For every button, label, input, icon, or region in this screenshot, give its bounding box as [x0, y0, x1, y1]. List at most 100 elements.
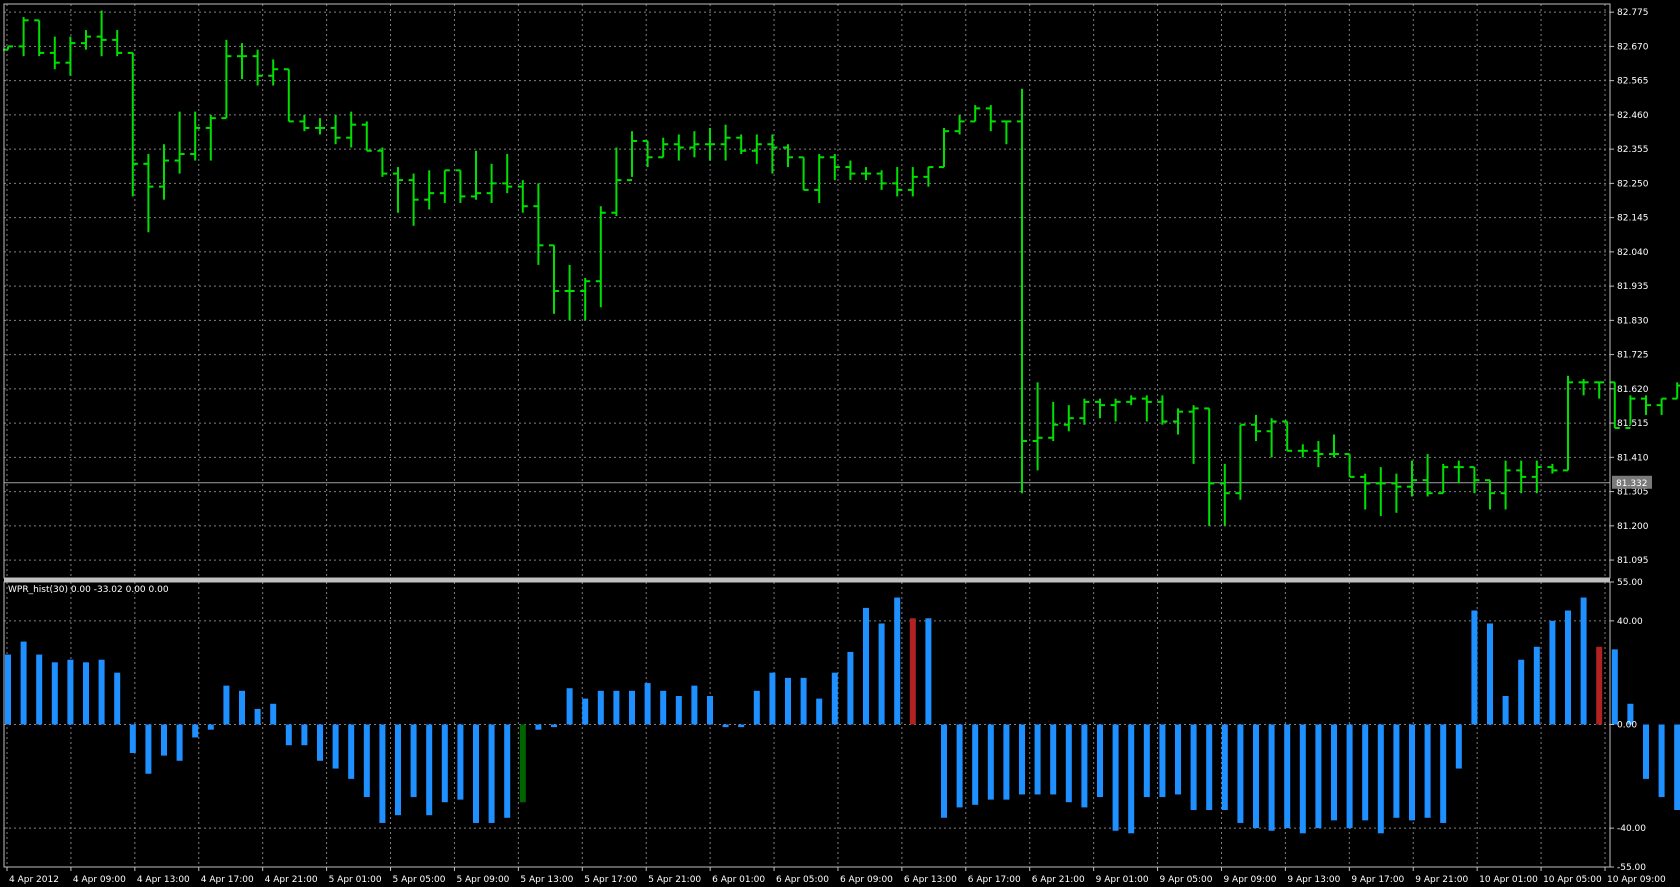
price-bar — [1001, 120, 1012, 145]
price-readout: 81.332 — [1616, 479, 1648, 489]
price-tick-label: 81.935 — [1617, 282, 1649, 292]
hist-bar — [551, 724, 557, 728]
hist-bar — [426, 724, 433, 816]
hist-bar — [691, 685, 698, 725]
price-bar — [424, 170, 435, 210]
price-bar — [533, 183, 544, 265]
price-bar — [767, 134, 778, 174]
x-tick-label: 4 Apr 17:00 — [201, 875, 254, 885]
price-bar — [1344, 453, 1355, 478]
hist-bar — [722, 724, 729, 728]
hist-bar — [317, 724, 323, 761]
hist-bar — [488, 724, 495, 823]
hist-bar — [98, 659, 105, 725]
price-bar — [268, 59, 279, 86]
hist-bar — [660, 690, 667, 725]
x-tick-label: 6 Apr 13:00 — [904, 875, 957, 885]
x-tick-label: 10 Apr 01:00 — [1479, 875, 1538, 885]
price-bar — [829, 154, 840, 181]
hist-bar — [192, 724, 199, 738]
price-bar — [549, 244, 559, 314]
hist-bar — [1050, 724, 1057, 795]
hist-bar — [441, 724, 448, 803]
price-bar — [642, 139, 653, 168]
x-tick-label: 6 Apr 09:00 — [840, 875, 893, 885]
hist-bar — [207, 724, 214, 730]
price-bar — [1391, 473, 1402, 513]
price-bar — [1188, 405, 1199, 464]
price-bar — [1329, 434, 1339, 458]
price-bar — [798, 156, 809, 191]
hist-bar — [675, 696, 682, 725]
hist-bar — [1284, 724, 1291, 829]
x-tick-label: 5 Apr 05:00 — [393, 875, 446, 885]
price-bar — [1173, 408, 1183, 435]
hist-bar — [738, 724, 745, 728]
price-bar — [1422, 454, 1433, 497]
price-bar — [1048, 401, 1059, 442]
price-bar — [1282, 420, 1293, 452]
price-bar — [283, 68, 294, 123]
price-bar — [439, 169, 450, 203]
hist-bar — [285, 724, 292, 746]
hist-bar — [395, 724, 401, 816]
price-bar — [627, 131, 637, 182]
x-tick-label: 10 Apr 09:00 — [1607, 875, 1666, 885]
price-bar — [1110, 398, 1121, 422]
x-tick-label: 9 Apr 21:00 — [1415, 875, 1468, 885]
price-bar — [907, 167, 918, 197]
price-tick-label: 81.095 — [1617, 556, 1649, 566]
price-bar — [892, 167, 903, 197]
hist-bar — [535, 724, 542, 730]
hist-bar — [925, 618, 932, 725]
hist-bar — [5, 654, 11, 725]
price-bar — [1360, 473, 1371, 510]
hist-bar — [847, 651, 854, 725]
hist-bar — [1611, 649, 1618, 725]
price-tick-label: 82.355 — [1617, 145, 1649, 155]
hist-bar — [1175, 724, 1181, 795]
price-tick-label: 81.200 — [1617, 522, 1649, 532]
price-bar — [237, 43, 247, 80]
hist-bar — [1206, 724, 1213, 810]
price-bar — [861, 167, 871, 181]
hist-bar — [67, 659, 74, 725]
hist-bar — [1455, 724, 1462, 769]
hist-bar — [1471, 610, 1478, 725]
price-bar — [455, 169, 466, 203]
price-bar — [1313, 441, 1324, 468]
hist-bar — [176, 724, 183, 761]
price-bar — [720, 124, 731, 161]
x-tick-label: 5 Apr 13:00 — [520, 875, 573, 885]
trading-chart[interactable]: 4 Apr 2012 4 Apr 09:00 4 Apr 13:00 4 Apr 17… — [0, 0, 1680, 887]
price-bar — [471, 150, 481, 200]
price-bar — [330, 114, 341, 145]
price-bar — [1157, 395, 1168, 425]
price-tick-label: 82.670 — [1617, 42, 1649, 52]
price-bar — [127, 51, 138, 197]
price-bar — [814, 154, 825, 203]
x-tick-label: 5 Apr 09:00 — [456, 875, 509, 885]
price-bars — [3, 10, 1680, 526]
hist-bar — [519, 724, 526, 803]
price-bar — [1235, 423, 1246, 500]
price-bar — [221, 39, 232, 120]
hist-bar — [972, 724, 979, 805]
hist-bar — [1299, 724, 1306, 834]
hist-bar — [816, 698, 823, 725]
price-bar — [580, 277, 591, 321]
price-bar — [112, 30, 123, 57]
price-bar — [205, 114, 216, 161]
price-bar — [1204, 407, 1215, 526]
x-tick-label: 4 Apr 09:00 — [73, 875, 126, 885]
hist-bar — [1331, 724, 1337, 821]
hist-bar — [894, 597, 901, 725]
x-tick-label: 4 Apr 13:00 — [137, 875, 190, 885]
price-bar — [1547, 463, 1558, 474]
price-tick-label: 82.460 — [1617, 111, 1649, 121]
hist-bar — [1393, 724, 1400, 818]
price-bar — [502, 154, 513, 194]
price-bar — [1500, 460, 1511, 510]
price-bar — [985, 105, 996, 132]
price-bar — [595, 206, 606, 308]
